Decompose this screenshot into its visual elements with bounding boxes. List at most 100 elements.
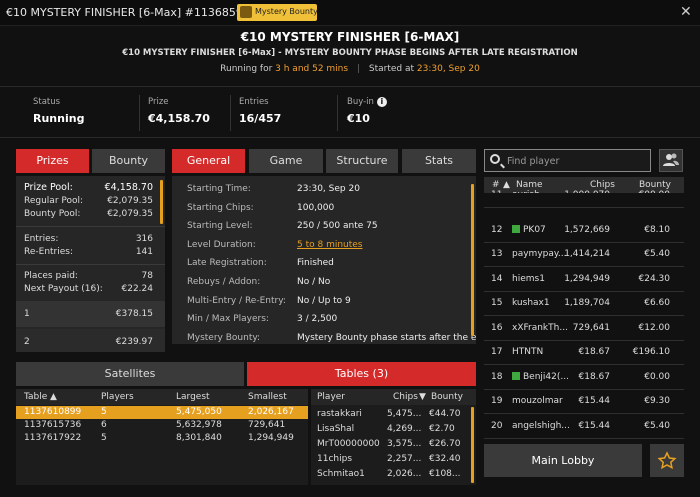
favorite-button[interactable]: [650, 444, 684, 477]
prizes-panel: Prize Pool: €4,158.70 Regular Pool: €2,0…: [16, 176, 165, 352]
player-list-row[interactable]: 19 mouzolmar €15.44 €9.30: [484, 390, 684, 414]
sort-up-icon[interactable]: ▲: [50, 392, 57, 402]
player-list-row[interactable]: 20 angelshigh... €15.44 €5.40: [484, 415, 684, 439]
player-rank: 17: [491, 347, 503, 357]
player-row[interactable]: Schmitao1 2,026... €108...: [311, 467, 471, 482]
info-icon[interactable]: i: [376, 97, 387, 107]
general-key: Starting Level:: [187, 221, 253, 232]
stat-prize: Prize €4,158.70: [148, 97, 210, 125]
search-input[interactable]: [507, 153, 647, 169]
table-players-header: Player Chips ▼ Bounty: [311, 389, 476, 405]
tab-satellites[interactable]: Satellites: [16, 362, 244, 386]
table-players-scrollbar[interactable]: [471, 407, 474, 483]
table-cell: 1137617922: [24, 433, 82, 443]
player-list-row[interactable]: 18 Benji42(... €18.67 €0.00: [484, 366, 684, 390]
player-name-cell: HTNTN: [512, 347, 543, 357]
bounty-pool-value: €2,079.35: [107, 209, 153, 219]
status-label: Status: [33, 97, 61, 107]
tables-list: Table ▲ Players Largest Smallest 1137610…: [16, 389, 308, 485]
player-chips: 1,572,669: [564, 224, 610, 235]
prizes-scrollbar[interactable]: [160, 180, 163, 224]
player-chips: 1,189,704: [564, 298, 610, 308]
player-bounty: €196.10: [632, 347, 670, 357]
col-chips[interactable]: Chips: [393, 392, 418, 402]
table-row[interactable]: 1137610899 5 5,475,050 2,026,167: [16, 406, 308, 419]
payout-amount: €239.97: [115, 337, 153, 347]
started-label: Started at: [368, 64, 415, 74]
col-table[interactable]: Table: [24, 392, 47, 402]
close-icon[interactable]: ✕: [680, 4, 692, 20]
player-list-row[interactable]: 14 hiems1 1,294,949 €24.30: [484, 268, 684, 292]
col-player[interactable]: Player: [317, 392, 345, 402]
general-value: 23:30, Sep 20: [297, 184, 360, 194]
table-row[interactable]: 1137617922 5 8,301,840 1,294,949: [16, 432, 308, 445]
reentries-value: 141: [135, 247, 153, 257]
player-bounty: €8.10: [644, 224, 670, 235]
tab-structure[interactable]: Structure: [326, 149, 398, 173]
player-name: mouzolmar: [512, 396, 563, 406]
player-list-row[interactable]: 16 xXFrankTh... 729,641 €12.00: [484, 317, 684, 341]
level-duration-link[interactable]: 5 to 8 minutes: [297, 240, 363, 250]
player-chips: 1,294,949: [564, 273, 610, 284]
table-cell: 5,475,050: [176, 407, 222, 417]
player-row[interactable]: LisaShal 4,269... €2.70: [311, 422, 471, 437]
col-bounty[interactable]: Bounty: [431, 392, 463, 402]
next-payout-label: Next Payout (16):: [24, 284, 103, 294]
player-cell: 3,575...: [387, 439, 422, 449]
tab-tables[interactable]: Tables (3): [247, 362, 476, 386]
main-lobby-button[interactable]: Main Lobby: [484, 444, 642, 477]
player-list-row[interactable]: 12 PK07 1,572,669 €8.10: [484, 219, 684, 243]
player-name-cell: Benji42(...: [512, 371, 569, 382]
badge-label: Mystery Bounty: [255, 7, 318, 16]
table-row[interactable]: 1137615736 6 5,632,978 729,641: [16, 419, 308, 432]
player-cell: 11chips: [317, 454, 353, 464]
player-list-row[interactable]: 17 HTNTN €18.67 €196.10: [484, 341, 684, 365]
player-bounty: €5.40: [644, 420, 670, 431]
player-list-row[interactable]: 15 kushax1 1,189,704 €6.60: [484, 292, 684, 316]
player-row[interactable]: MrT00000000 3,575... €26.70: [311, 437, 471, 452]
player-name: paymypay...: [512, 249, 567, 259]
general-scrollbar[interactable]: [471, 184, 474, 336]
tab-stats[interactable]: Stats: [402, 149, 476, 173]
tab-prizes[interactable]: Prizes: [16, 149, 89, 173]
table-cell: 6: [101, 420, 107, 430]
player-rank: 13: [491, 249, 503, 259]
player-bounty: €24.30: [638, 273, 671, 284]
col-smallest[interactable]: Smallest: [248, 392, 287, 402]
tab-bounty[interactable]: Bounty: [92, 149, 165, 173]
tab-general[interactable]: General: [172, 149, 245, 173]
players-button[interactable]: [659, 149, 683, 172]
tables-header: Table ▲ Players Largest Smallest: [16, 389, 308, 405]
search-box[interactable]: [484, 149, 651, 172]
player-name-cell: PK07: [512, 224, 546, 235]
player-rank: 18: [491, 371, 503, 382]
prize-value: €4,158.70: [148, 112, 210, 125]
player-name-cell: angelshigh...: [512, 421, 570, 431]
col-players[interactable]: Players: [101, 392, 134, 402]
general-key: Rebuys / Addon:: [187, 277, 261, 287]
table-cell: 8,301,840: [176, 433, 222, 443]
general-value: 3 / 2,500: [297, 314, 338, 325]
sort-down-icon[interactable]: ▼: [419, 392, 426, 402]
tab-game[interactable]: Game: [249, 149, 323, 173]
player-chips: 729,641: [572, 322, 610, 333]
users-icon: [663, 153, 679, 166]
running-label: Running for: [220, 64, 273, 74]
payout-place: 1: [24, 309, 30, 319]
player-row[interactable]: 11chips 2,257... €32.40: [311, 452, 471, 467]
col-largest[interactable]: Largest: [176, 392, 210, 402]
player-name: HTNTN: [512, 347, 544, 357]
stat-status: Status Running: [33, 97, 84, 125]
player-list-row[interactable]: 13 paymypay... 1,414,214 €5.40: [484, 243, 684, 267]
general-key: Multi-Entry / Re-Entry:: [187, 295, 286, 306]
player-cell: 5,475...: [387, 409, 422, 419]
star-icon: [657, 451, 677, 470]
stat-entries: Entries 16/457: [239, 97, 281, 125]
bounty-icon: [240, 6, 252, 18]
player-row[interactable]: rastakkari 5,475... €44.70: [311, 407, 471, 422]
regular-pool-value: €2,079.35: [107, 196, 153, 206]
entries-value-p: 316: [135, 234, 153, 244]
player-cell: 2,257...: [387, 454, 422, 464]
table-players: Player Chips ▼ Bounty rastakkari 5,475...…: [311, 389, 476, 485]
payout-amount: €378.15: [115, 309, 153, 319]
